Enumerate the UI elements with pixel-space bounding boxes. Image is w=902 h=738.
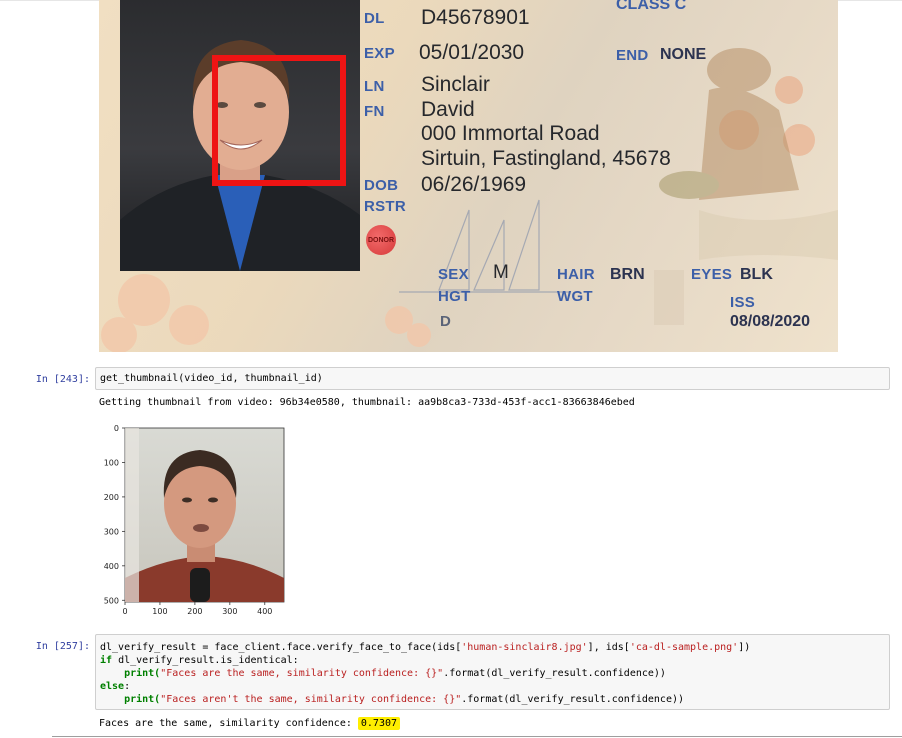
code-cell-257[interactable]: dl_verify_result = face_client.face.veri… bbox=[95, 634, 890, 710]
wgt-label: WGT bbox=[557, 288, 593, 305]
address-line-2: Sirtuin, Fastingland, 45678 bbox=[421, 147, 671, 170]
hgt-label: HGT bbox=[438, 288, 471, 305]
rstr-label: RSTR bbox=[364, 198, 407, 215]
hair-value: BRN bbox=[610, 266, 645, 283]
license-photo bbox=[120, 0, 360, 271]
y-tick-label: 0 bbox=[114, 424, 119, 433]
end-label: END bbox=[616, 47, 649, 64]
dl-number: D45678901 bbox=[421, 6, 530, 29]
license-class: CLASS C bbox=[616, 0, 687, 13]
sex-label: SEX bbox=[438, 266, 469, 283]
code-line: get_thumbnail(video_id, thumbnail_id) bbox=[100, 373, 323, 384]
face-detection-box bbox=[212, 55, 346, 186]
code-line: if dl_verify_result.is_identical: bbox=[100, 655, 299, 666]
iss-date: 08/08/2020 bbox=[730, 313, 811, 330]
y-tick-label: 200 bbox=[104, 493, 119, 502]
code-line: dl_verify_result = face_client.face.veri… bbox=[100, 642, 751, 653]
x-axis-ticks: 0 100 200 300 400 bbox=[122, 602, 272, 616]
eyes-label: EYES bbox=[691, 266, 733, 283]
thumbnail-plot: 0 100 200 300 400 500 0 100 200 300 400 bbox=[104, 424, 285, 616]
code-line: print("Faces are the same, similarity co… bbox=[100, 668, 666, 679]
address-line-1: 000 Immortal Road bbox=[421, 122, 600, 145]
y-tick-label: 300 bbox=[104, 527, 119, 536]
x-tick-label: 200 bbox=[187, 607, 202, 616]
cell-output-257: Faces are the same, similarity confidenc… bbox=[99, 717, 401, 730]
code-line: print("Faces aren't the same, similarity… bbox=[100, 694, 685, 705]
exp-date: 05/01/2030 bbox=[419, 41, 525, 64]
y-tick-label: 100 bbox=[104, 458, 119, 467]
x-tick-label: 0 bbox=[122, 607, 127, 616]
sex-value: M bbox=[493, 262, 509, 283]
eyes-value: BLK bbox=[740, 266, 773, 283]
donor-badge: DONOR bbox=[366, 225, 396, 255]
output-prefix: Faces are the same, similarity confidenc… bbox=[99, 718, 358, 729]
x-tick-label: 100 bbox=[152, 607, 167, 616]
dob-value: 06/26/1969 bbox=[421, 173, 527, 196]
x-tick-label: 400 bbox=[257, 607, 272, 616]
exp-label: EXP bbox=[364, 45, 395, 62]
bottom-divider bbox=[52, 736, 902, 737]
y-tick-label: 500 bbox=[104, 596, 119, 605]
code-line: else: bbox=[100, 681, 131, 692]
x-tick-label: 300 bbox=[222, 607, 237, 616]
cell-prompt-257: In [257]: bbox=[35, 641, 90, 652]
last-name: Sinclair bbox=[421, 73, 490, 96]
first-name: David bbox=[421, 98, 475, 121]
ln-label: LN bbox=[364, 78, 385, 95]
fn-label: FN bbox=[364, 103, 385, 120]
end-value: NONE bbox=[660, 46, 707, 63]
d-label: D bbox=[440, 313, 452, 330]
iss-label: ISS bbox=[730, 294, 756, 311]
cell-output-243: Getting thumbnail from video: 96b34e0580… bbox=[99, 397, 635, 408]
dl-label: DL bbox=[364, 10, 385, 27]
code-cell-243[interactable]: get_thumbnail(video_id, thumbnail_id) bbox=[95, 367, 890, 390]
y-tick-label: 400 bbox=[104, 562, 119, 571]
drivers-license-image: CLASS C DL D45678901 EXP 05/01/2030 END … bbox=[99, 0, 838, 352]
dob-label: DOB bbox=[364, 177, 399, 194]
hair-label: HAIR bbox=[557, 266, 595, 283]
confidence-value: 0.7307 bbox=[357, 717, 401, 730]
cell-prompt-243: In [243]: bbox=[35, 374, 90, 385]
y-axis-ticks: 0 100 200 300 400 500 bbox=[104, 424, 125, 605]
